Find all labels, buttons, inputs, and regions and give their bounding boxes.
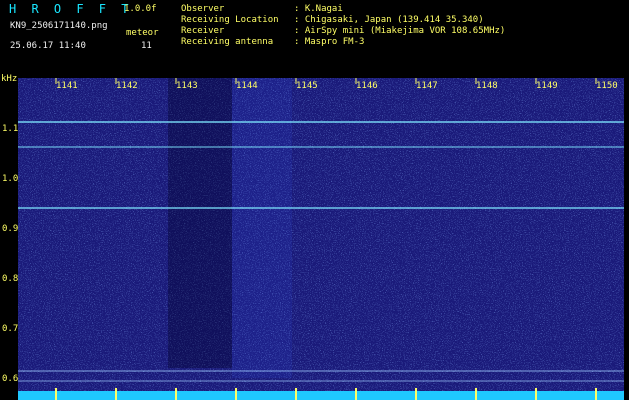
x-tick-label: 1147 (416, 81, 438, 91)
info-label-receiver: Receiver (181, 26, 225, 36)
version-label: 1.0.0f (124, 4, 157, 14)
y-axis-unit: kHz (1, 74, 18, 84)
meteor-label: meteor (126, 28, 159, 38)
y-tick-label: 1.1 (2, 124, 19, 134)
header-panel: H R O F F T 1.0.0f KN9_2506171140.png me… (0, 0, 629, 72)
baseline-strip (18, 391, 624, 400)
y-tick-label: 0.6 (2, 374, 19, 384)
datetime-label: 25.06.17 11:40 (10, 41, 86, 51)
spectrogram-canvas (18, 78, 624, 400)
y-tick-label: 0.8 (2, 274, 19, 284)
x-tick-label: 1148 (476, 81, 498, 91)
info-value-receiver: : AirSpy mini (Miakejima VOR 108.65MHz) (294, 26, 506, 36)
x-tick-label: 1142 (116, 81, 138, 91)
x-tick-label: 1145 (296, 81, 318, 91)
spectrogram (18, 78, 624, 400)
info-label-antenna: Receiving antenna (181, 37, 274, 47)
info-label-location: Receiving Location (181, 15, 279, 25)
bright-band (232, 78, 292, 378)
x-tick-label: 1149 (536, 81, 558, 91)
noise-texture (18, 78, 624, 400)
x-tick-label: 1144 (236, 81, 258, 91)
x-tick-label: 1143 (176, 81, 198, 91)
x-tick-label: 1141 (56, 81, 78, 91)
y-tick-label: 1.0 (2, 174, 19, 184)
x-tick-label: 1150 (596, 81, 618, 91)
info-value-antenna: : Maspro FM-3 (294, 37, 365, 47)
y-tick-label: 0.9 (2, 224, 19, 234)
y-tick-label: 0.7 (2, 324, 19, 334)
meteor-count: 11 (141, 41, 152, 51)
info-value-observer: : K.Nagai (294, 4, 343, 14)
x-tick-label: 1146 (356, 81, 378, 91)
info-value-location: : Chigasaki, Japan (139.414 35.340) (294, 15, 484, 25)
info-label-observer: Observer (181, 4, 225, 14)
filename-label: KN9_2506171140.png (10, 21, 108, 31)
app-logo: H R O F F T (9, 2, 133, 16)
